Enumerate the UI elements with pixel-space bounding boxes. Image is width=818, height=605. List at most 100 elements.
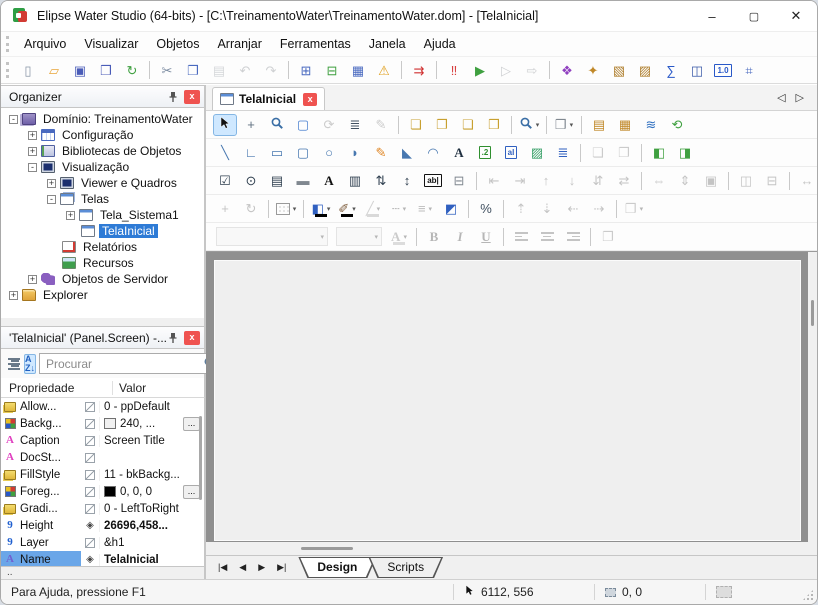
save-register-button[interactable]: ↻ bbox=[120, 59, 144, 81]
closed-curve-tool-button[interactable]: ◠ bbox=[421, 142, 445, 164]
expressions-sum-button[interactable]: ∑ bbox=[659, 59, 683, 81]
line-width-button[interactable]: ≡▾ bbox=[413, 198, 437, 220]
minimize-button[interactable]: – bbox=[691, 1, 733, 31]
property-row-layer[interactable]: 9Layer&h1 bbox=[1, 534, 204, 551]
tree-item-objetos-de-servidor[interactable]: +Objetos de Servidor bbox=[1, 271, 204, 287]
italic-button[interactable]: I bbox=[448, 226, 472, 248]
button-control-button[interactable]: ▬ bbox=[291, 170, 315, 192]
font-color-button[interactable]: A▾ bbox=[387, 226, 411, 248]
space-across-button[interactable]: ↔ bbox=[795, 170, 818, 192]
property-value[interactable]: Screen Title bbox=[104, 435, 165, 447]
font-size-button[interactable]: ▾ bbox=[333, 226, 385, 248]
tree-item-dominio-treinamentowater[interactable]: -Domínio: TreinamentoWater bbox=[1, 111, 204, 127]
organizer-button[interactable]: ❖ bbox=[555, 59, 579, 81]
zoom-level-button[interactable]: ▾ bbox=[517, 114, 541, 136]
frame-control-button[interactable]: ⊟ bbox=[447, 170, 471, 192]
redo-button[interactable]: ↷ bbox=[259, 59, 283, 81]
copy-button[interactable]: ❐ bbox=[181, 59, 205, 81]
select-tool-button[interactable] bbox=[213, 114, 237, 136]
property-row-name[interactable]: AName◈TelaInicial bbox=[1, 551, 204, 566]
save-button[interactable]: ▣ bbox=[68, 59, 92, 81]
cut-button[interactable]: ✂ bbox=[155, 59, 179, 81]
collapse-icon[interactable]: - bbox=[47, 195, 56, 204]
overlap-tools-button[interactable]: ❒▾ bbox=[622, 198, 646, 220]
editbox-control-button[interactable]: ab| bbox=[421, 170, 445, 192]
property-row-fillstyle[interactable]: FillStyle11 - bkBackg... bbox=[1, 466, 204, 483]
remote-domain-button[interactable]: ⌗ bbox=[737, 59, 761, 81]
menu-ajuda[interactable]: Ajuda bbox=[415, 34, 465, 54]
collapse-icon[interactable]: - bbox=[9, 115, 18, 124]
search-files-button[interactable]: ▨ bbox=[633, 59, 657, 81]
menu-janela[interactable]: Janela bbox=[360, 34, 415, 54]
arc-tool-button[interactable]: ◗ bbox=[343, 142, 367, 164]
stop-domain-button[interactable]: ‼ bbox=[442, 59, 466, 81]
categorize-properties-button[interactable] bbox=[7, 354, 21, 374]
search-input[interactable] bbox=[44, 356, 203, 372]
group-tools-button[interactable]: ❒▾ bbox=[552, 114, 576, 136]
run-server-button[interactable]: ▶ bbox=[468, 59, 492, 81]
insert-e3playback-button[interactable]: ⟲ bbox=[665, 114, 689, 136]
tree-item-telainicial[interactable]: TelaInicial bbox=[1, 223, 204, 239]
symbol-library-button[interactable]: ◧ bbox=[647, 142, 671, 164]
paste-button[interactable]: ▤ bbox=[207, 59, 231, 81]
insert-screen-button[interactable]: ⊞ bbox=[294, 59, 318, 81]
collapse-icon[interactable]: - bbox=[28, 163, 37, 172]
menu-arranjar[interactable]: Arranjar bbox=[208, 34, 270, 54]
rectangle-tool-button[interactable]: ▭ bbox=[265, 142, 289, 164]
new-object-button[interactable]: ✦ bbox=[581, 59, 605, 81]
ungroup-button[interactable]: ❐ bbox=[612, 142, 636, 164]
menu-arquivo[interactable]: Arquivo bbox=[15, 34, 75, 54]
toolbar-grip[interactable] bbox=[6, 36, 11, 52]
pin-icon[interactable] bbox=[166, 331, 180, 345]
menu-visualizar[interactable]: Visualizar bbox=[75, 34, 147, 54]
tree-item-explorer[interactable]: +Explorer bbox=[1, 287, 204, 303]
expand-icon[interactable]: + bbox=[28, 131, 37, 140]
ellipsis-button[interactable]: ... bbox=[183, 417, 200, 431]
nudge-move-button[interactable]: + bbox=[213, 198, 237, 220]
property-value[interactable]: 11 - bkBackg... bbox=[104, 469, 180, 481]
ellipsis-button[interactable]: ... bbox=[183, 485, 200, 499]
scrollbar-thumb[interactable] bbox=[301, 547, 353, 550]
updown-control-button[interactable]: ↕ bbox=[395, 170, 419, 192]
property-value[interactable]: 0 - LeftToRight bbox=[104, 503, 179, 515]
ellipse-tool-button[interactable]: ○ bbox=[317, 142, 341, 164]
undo-button[interactable]: ↶ bbox=[233, 59, 257, 81]
panel-splitter[interactable] bbox=[1, 318, 205, 326]
save-all-button[interactable]: ❒ bbox=[94, 59, 118, 81]
polygon-tool-button[interactable]: ◣ bbox=[395, 142, 419, 164]
menu-ferramentas[interactable]: Ferramentas bbox=[271, 34, 360, 54]
first-record-button[interactable]: |◀ bbox=[212, 559, 233, 576]
property-value[interactable]: 0, 0, 0 bbox=[120, 486, 152, 498]
font-name-button[interactable]: ▾ bbox=[213, 226, 331, 248]
radio-control-button[interactable]: ⊙ bbox=[239, 170, 263, 192]
tree-item-bibliotecas-de-objetos[interactable]: +Bibliotecas de Objetos bbox=[1, 143, 204, 159]
line-style-button[interactable]: ┄▾ bbox=[387, 198, 411, 220]
organizer-close-icon[interactable]: x bbox=[184, 90, 200, 104]
bring-to-front-button[interactable]: ❏ bbox=[404, 114, 428, 136]
fill-color-button[interactable]: ◧▾ bbox=[309, 198, 333, 220]
tree-item-relatorios[interactable]: Relatórios bbox=[1, 239, 204, 255]
picture-tool-button[interactable]: ▨ bbox=[525, 142, 549, 164]
tree-item-tela-sistema1[interactable]: +Tela_Sistema1 bbox=[1, 207, 204, 223]
rotate-tool-button[interactable]: ⟳ bbox=[317, 114, 341, 136]
percent-size-button[interactable]: % bbox=[474, 198, 498, 220]
tab-order-button[interactable]: ≣ bbox=[343, 114, 367, 136]
center-vertical-button[interactable]: ⇵ bbox=[586, 170, 610, 192]
align-text-center-button[interactable] bbox=[535, 226, 559, 248]
property-row-foreg[interactable]: Foreg...0, 0, 0... bbox=[1, 483, 204, 500]
insert-e3browser-button[interactable]: ▦ bbox=[613, 114, 637, 136]
tab-scripts[interactable]: Scripts bbox=[369, 558, 442, 577]
insert-e3alarm-button[interactable]: ▤ bbox=[587, 114, 611, 136]
property-value[interactable]: 26696,458... bbox=[104, 520, 168, 532]
textbox-tool-button[interactable]: al bbox=[499, 142, 523, 164]
tree-item-recursos[interactable]: Recursos bbox=[1, 255, 204, 271]
underline-button[interactable]: U bbox=[474, 226, 498, 248]
maximize-button[interactable]: ▢ bbox=[733, 1, 775, 31]
line-tool-button[interactable]: ╲ bbox=[213, 142, 237, 164]
tree-item-configuracao[interactable]: +Configuração bbox=[1, 127, 204, 143]
vertical-scrollbar[interactable] bbox=[808, 252, 817, 542]
menu-objetos[interactable]: Objetos bbox=[147, 34, 208, 54]
insert-e3chart-button[interactable]: ≋ bbox=[639, 114, 663, 136]
size-shorter-button[interactable]: ⇣ bbox=[535, 198, 559, 220]
gallery-button[interactable]: ▧ bbox=[607, 59, 631, 81]
